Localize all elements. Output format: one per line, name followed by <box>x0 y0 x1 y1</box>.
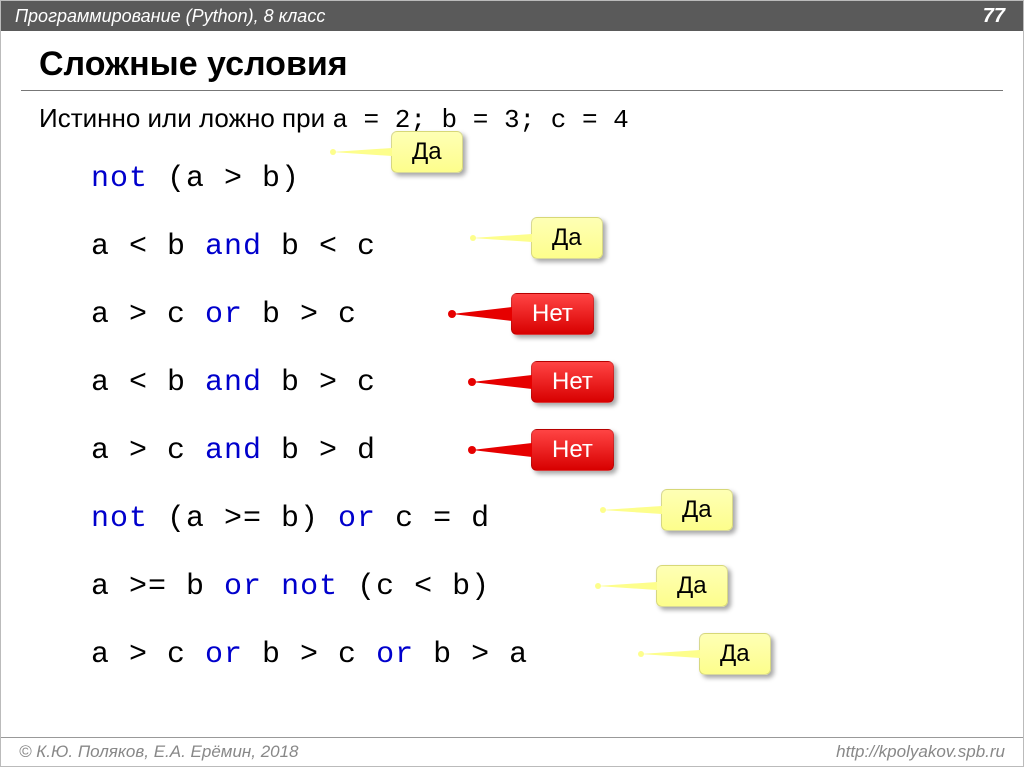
question-prefix: Истинно или ложно при <box>39 103 332 133</box>
answer-no-callout: Нет <box>531 429 614 471</box>
slide-title: Сложные условия <box>1 31 1023 90</box>
answer-no-callout: Нет <box>511 293 594 335</box>
question-line: Истинно или ложно при a = 2; b = 3; c = … <box>1 101 1023 145</box>
course-label: Программирование (Python), 8 класс <box>15 6 325 27</box>
expression-row: not (a > b)Да <box>91 145 1023 213</box>
footer-url: http://kpolyakov.spb.ru <box>836 742 1005 762</box>
expression-code: not (a > b) <box>91 162 300 196</box>
question-values: a = 2; b = 3; c = 4 <box>332 105 628 135</box>
expression-code: a > c or b > c <box>91 298 357 332</box>
expression-row: a > c or b > c Нет <box>91 281 1023 349</box>
expression-list: not (a > b)Даa < b and b < cДаa > c or b… <box>1 145 1023 689</box>
expression-row: a >= b or not (c < b) Да <box>91 553 1023 621</box>
footer-copyright: © К.Ю. Поляков, Е.А. Ерёмин, 2018 <box>19 742 299 762</box>
answer-yes-callout: Да <box>699 633 771 675</box>
expression-code: a >= b or not (c < b) <box>91 570 490 604</box>
expression-code: a < b and b > c <box>91 366 376 400</box>
title-rule <box>21 90 1003 91</box>
answer-yes-callout: Да <box>656 565 728 607</box>
page-number: 77 <box>983 5 1005 28</box>
expression-code: a > c or b > c or b > a <box>91 638 528 672</box>
answer-no-callout: Нет <box>531 361 614 403</box>
slide: Программирование (Python), 8 класс 77 Сл… <box>0 0 1024 767</box>
expression-row: a > c and b > d Нет <box>91 417 1023 485</box>
expression-row: a < b and b < c Да <box>91 213 1023 281</box>
expression-code: a > c and b > d <box>91 434 376 468</box>
expression-row: a < b and b > c Нет <box>91 349 1023 417</box>
slide-footer: © К.Ю. Поляков, Е.А. Ерёмин, 2018 http:/… <box>1 737 1023 766</box>
expression-row: a > c or b > c or b > a Да <box>91 621 1023 689</box>
expression-code: not (a >= b) or c = d <box>91 502 490 536</box>
answer-yes-callout: Да <box>531 217 603 259</box>
answer-yes-callout: Да <box>661 489 733 531</box>
slide-header: Программирование (Python), 8 класс 77 <box>1 1 1023 31</box>
expression-code: a < b and b < c <box>91 230 376 264</box>
answer-yes-callout: Да <box>391 131 463 173</box>
expression-row: not (a >= b) or c = d Да <box>91 485 1023 553</box>
